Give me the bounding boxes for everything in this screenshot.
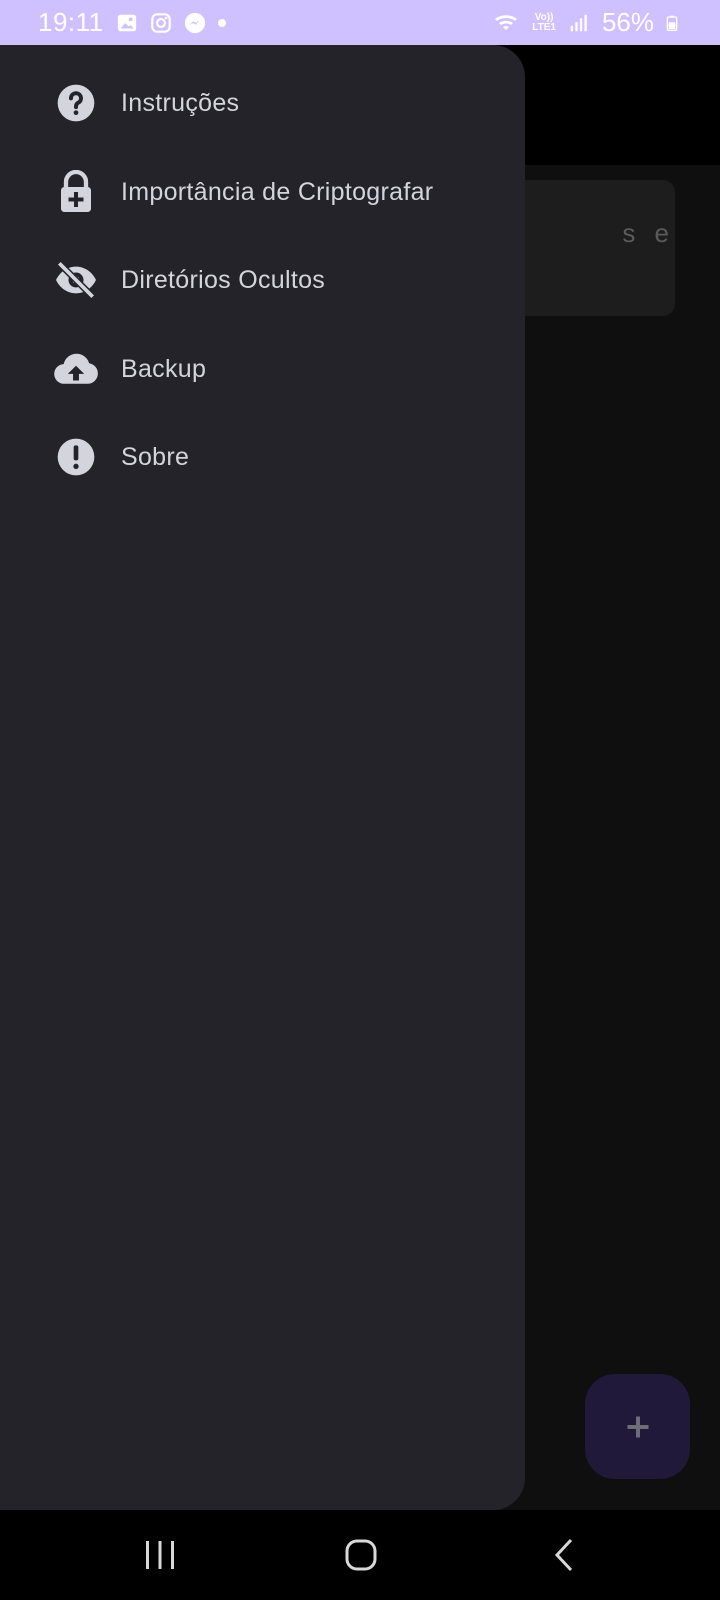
menu-label: Backup [121,354,207,383]
home-button[interactable] [331,1532,391,1578]
notification-dot [217,18,226,27]
volte-label: Vo)) [534,11,554,23]
menu-item-diretorios-ocultos[interactable]: Diretórios Ocultos [0,240,525,320]
recent-apps-icon [146,1541,174,1569]
eye-off-icon [52,256,100,304]
network-label: LTE1 [532,21,556,33]
wifi-icon [495,14,518,30]
messenger-icon [184,12,205,33]
menu-label: Instruções [121,88,240,117]
menu-label: Importância de Criptografar [121,177,434,206]
help-circle-icon [52,79,100,127]
system-nav-bar [0,1510,720,1600]
recent-apps-button[interactable] [130,1532,190,1578]
battery-icon [666,15,678,31]
gallery-icon [117,14,136,31]
menu-label: Sobre [121,442,190,471]
status-left: 19:11 [38,7,226,38]
app-card-text: s e [622,218,675,248]
signal-icon [570,14,587,31]
status-bar: 19:11 Vo)) LTE1 56% [0,0,720,45]
app-card[interactable]: s e [500,180,675,316]
plus-icon [627,1416,648,1437]
alert-circle-icon [52,433,100,481]
menu-item-sobre[interactable]: Sobre [0,417,525,497]
volte-icon: Vo)) LTE1 [532,11,556,33]
back-button[interactable] [534,1532,594,1578]
instagram-icon [150,12,171,33]
add-fab-button[interactable] [585,1374,690,1479]
status-right: Vo)) LTE1 56% [492,7,682,38]
home-icon [345,1539,377,1571]
cloud-upload-icon [52,345,100,393]
status-time: 19:11 [38,7,104,37]
navigation-drawer: Instruções Importância de Criptografar D… [0,45,525,1510]
back-icon [554,1538,573,1572]
menu-item-instrucoes[interactable]: Instruções [0,63,525,143]
menu-item-backup[interactable]: Backup [0,329,525,409]
battery-percent: 56% [601,7,654,37]
menu-label: Diretórios Ocultos [121,265,326,294]
lock-plus-icon [52,168,100,216]
menu-item-importancia-criptografar[interactable]: Importância de Criptografar [0,152,525,232]
